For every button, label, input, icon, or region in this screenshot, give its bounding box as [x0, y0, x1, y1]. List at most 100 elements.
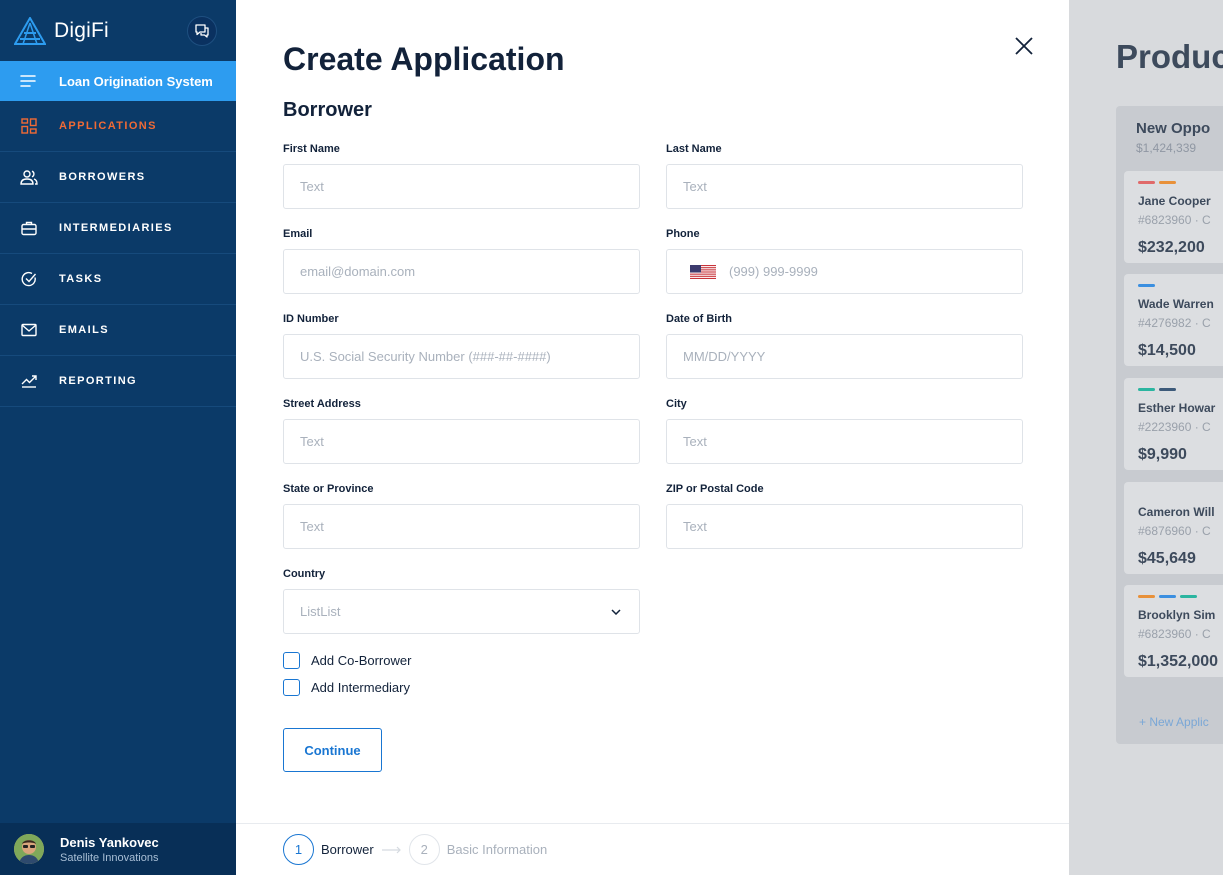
sidebar-item-reporting[interactable]: REPORTING	[0, 356, 236, 407]
people-icon	[20, 168, 38, 186]
user-organization: Satellite Innovations	[60, 851, 159, 864]
date-of-birth-input[interactable]: MM/DD/YYYY	[666, 334, 1023, 379]
card-amount: $1,352,000	[1138, 653, 1219, 670]
card-name: Jane Cooper	[1138, 194, 1211, 208]
new-application-link[interactable]: + New Applic	[1139, 715, 1209, 729]
sidebar-item-intermediaries[interactable]: INTERMEDIARIES	[0, 203, 236, 254]
tag	[1159, 595, 1176, 598]
last-name-input[interactable]: Text	[666, 164, 1023, 209]
state-field: State or Province Text	[283, 483, 640, 549]
city-input[interactable]: Text	[666, 419, 1023, 464]
id-number-input[interactable]: U.S. Social Security Number (###-##-####…	[283, 334, 640, 379]
tag	[1159, 181, 1176, 184]
placeholder: Text	[683, 179, 707, 194]
sidebar-item-emails[interactable]: EMAILS	[0, 305, 236, 356]
user-name: Denis Yankovec	[60, 834, 159, 850]
state-input[interactable]: Text	[283, 504, 640, 549]
add-co-borrower-checkbox[interactable]	[283, 652, 300, 669]
chat-button[interactable]	[187, 16, 217, 46]
field-label: Email	[283, 228, 313, 240]
application-card[interactable]: Esther Howar #2223960 · C $9,990	[1124, 378, 1223, 470]
sidebar-item-label: BORROWERS	[59, 171, 146, 183]
country-field: Country ListList	[283, 568, 640, 634]
add-co-borrower-option[interactable]: Add Co-Borrower	[283, 652, 411, 669]
us-flag-icon[interactable]	[690, 264, 716, 279]
placeholder: MM/DD/YYYY	[683, 349, 766, 364]
sidebar-item-borrowers[interactable]: BORROWERS	[0, 152, 236, 203]
create-application-modal: Create Application Borrower First Name T…	[236, 0, 1069, 875]
board-title: Produc	[1116, 38, 1223, 75]
id-number-field: ID Number U.S. Social Security Number (#…	[283, 313, 640, 379]
street-address-input[interactable]: Text	[283, 419, 640, 464]
card-amount: $45,649	[1138, 550, 1196, 567]
placeholder: Text	[300, 434, 324, 449]
card-name: Esther Howar	[1138, 401, 1216, 415]
step-number: 2	[408, 834, 440, 865]
phone-input[interactable]: (999) 999-9999	[666, 249, 1023, 294]
card-amount: $14,500	[1138, 342, 1196, 359]
country-select[interactable]: ListList	[283, 589, 640, 634]
email-field: Email email@domain.com	[283, 228, 640, 294]
checkbox-label: Add Intermediary	[311, 680, 410, 695]
sidebar-item-tasks[interactable]: TASKS	[0, 254, 236, 305]
zip-field: ZIP or Postal Code Text	[666, 483, 1023, 549]
board-column: New Oppo $1,424,339 Jane Cooper #6823960…	[1116, 106, 1223, 744]
sidebar-item-label: INTERMEDIARIES	[59, 222, 173, 234]
card-name: Brooklyn Sim	[1138, 608, 1216, 622]
field-label: Last Name	[666, 143, 722, 155]
arrow-right-icon	[381, 846, 402, 854]
application-card[interactable]: Cameron Will #6876960 · C $45,649	[1124, 482, 1223, 574]
placeholder: U.S. Social Security Number (###-##-####…	[300, 349, 551, 364]
first-name-field: First Name Text	[283, 143, 640, 209]
close-icon	[1015, 37, 1033, 55]
card-name: Cameron Will	[1138, 505, 1215, 519]
field-label: ZIP or Postal Code	[666, 483, 764, 495]
placeholder: Text	[300, 519, 324, 534]
tag	[1180, 595, 1197, 598]
application-card[interactable]: Brooklyn Sim #6823960 · C $1,352,000	[1124, 585, 1223, 677]
chart-line-icon	[20, 372, 38, 390]
field-label: Phone	[666, 228, 700, 240]
step-label: Basic Information	[446, 842, 548, 857]
grid-icon	[20, 117, 38, 135]
avatar	[14, 834, 44, 864]
tag	[1138, 284, 1155, 287]
email-input[interactable]: email@domain.com	[283, 249, 640, 294]
application-card[interactable]: Jane Cooper #6823960 · C $232,200	[1124, 171, 1223, 263]
zip-input[interactable]: Text	[666, 504, 1023, 549]
close-button[interactable]	[1012, 34, 1036, 58]
continue-button[interactable]: Continue	[283, 728, 382, 772]
system-label: Loan Origination System	[59, 73, 213, 89]
sidebar-item-label: EMAILS	[59, 324, 109, 336]
select-value: ListList	[300, 604, 341, 619]
mail-icon	[20, 321, 38, 339]
application-card[interactable]: Wade Warren #4276982 · C $14,500	[1124, 274, 1223, 366]
digifi-logo-icon	[14, 16, 46, 45]
card-tags	[1138, 492, 1223, 495]
card-id: #2223960 · C	[1138, 420, 1211, 434]
field-label: Country	[283, 568, 326, 580]
card-id: #6823960 · C	[1138, 213, 1211, 227]
column-title: New Oppo	[1136, 120, 1211, 137]
card-tags	[1138, 181, 1223, 184]
card-id: #4276982 · C	[1138, 316, 1211, 330]
card-id: #6823960 · C	[1138, 627, 1211, 641]
menu-icon	[20, 72, 38, 90]
user-profile[interactable]: Denis Yankovec Satellite Innovations	[0, 823, 236, 875]
sidebar-item-applications[interactable]: APPLICATIONS	[0, 101, 236, 152]
field-label: First Name	[283, 143, 340, 155]
sidebar-item-label: TASKS	[59, 273, 103, 285]
card-amount: $232,200	[1138, 239, 1205, 256]
add-intermediary-checkbox[interactable]	[283, 679, 300, 696]
phone-field: Phone (999) 999-9999	[666, 228, 1023, 294]
first-name-input[interactable]: Text	[283, 164, 640, 209]
card-tags	[1138, 388, 1223, 391]
add-intermediary-option[interactable]: Add Intermediary	[283, 679, 410, 696]
placeholder: Text	[300, 179, 324, 194]
briefcase-icon	[20, 219, 38, 237]
tag	[1159, 388, 1176, 391]
city-field: City Text	[666, 398, 1023, 464]
last-name-field: Last Name Text	[666, 143, 1023, 209]
system-switcher[interactable]: Loan Origination System	[0, 61, 236, 101]
date-of-birth-field: Date of Birth MM/DD/YYYY	[666, 313, 1023, 379]
